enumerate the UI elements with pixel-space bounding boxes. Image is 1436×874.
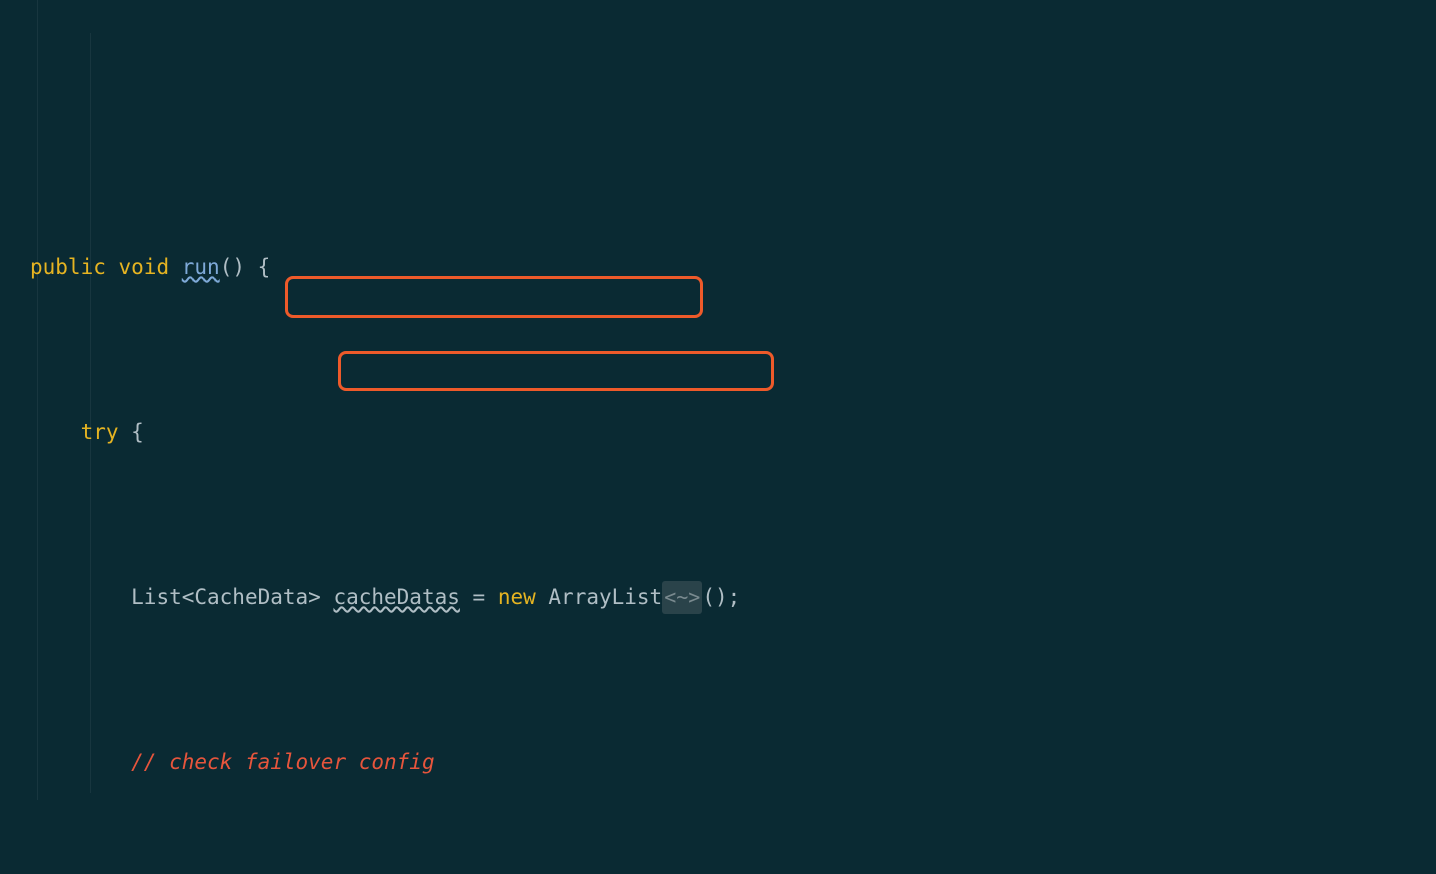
code-editor[interactable]: public void run() { try { List<CacheData…	[0, 0, 1436, 874]
code-text: {	[119, 420, 144, 444]
indent-guide	[90, 33, 91, 793]
indent-guide	[37, 0, 38, 800]
code-text: () {	[220, 255, 271, 279]
code-line: // check failover config	[0, 746, 1436, 779]
method-name-run: run	[182, 255, 220, 279]
variable-cacheDatas: cacheDatas	[333, 585, 459, 609]
diamond-hint-icon: <~>	[662, 581, 702, 614]
code-text: ArrayList	[536, 585, 662, 609]
keyword-new: new	[498, 585, 536, 609]
keyword-void: void	[119, 255, 170, 279]
keyword-try: try	[81, 420, 119, 444]
code-line: try {	[0, 416, 1436, 449]
code-text: ();	[702, 585, 740, 609]
code-text: =	[460, 585, 498, 609]
highlight-box	[338, 351, 774, 391]
code-line: List<CacheData> cacheDatas = new ArrayLi…	[0, 581, 1436, 614]
comment: // check failover config	[131, 750, 434, 774]
type-name: List<CacheData>	[131, 585, 333, 609]
code-line: public void run() {	[0, 251, 1436, 284]
keyword-public: public	[30, 255, 106, 279]
